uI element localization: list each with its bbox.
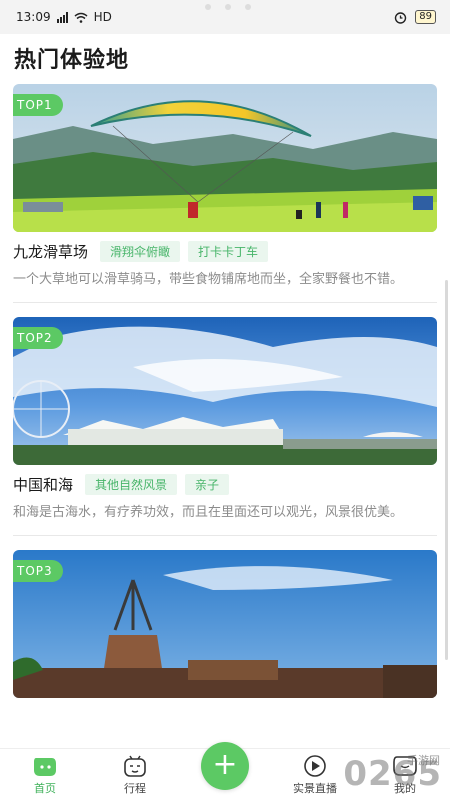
alarm-icon <box>395 11 407 24</box>
architecture-photo <box>13 550 437 698</box>
page-indicator-dots <box>205 4 251 10</box>
watermark-sub: 手游网 <box>407 754 440 767</box>
card-description: 和海是古海水，有疗养功效，而且在里面还可以观光，风景很优美。 <box>13 505 404 520</box>
paragliding-photo <box>13 84 437 232</box>
card-tag[interactable]: 滑翔伞俯瞰 <box>100 240 181 262</box>
nav-home[interactable]: 首页 <box>5 754 85 796</box>
battery-indicator: 89 <box>415 10 436 24</box>
rank-badge: TOP2 <box>13 327 63 349</box>
divider <box>13 535 437 536</box>
status-left: 13:09 HD <box>16 10 112 24</box>
card-meta-row: 中国和海 其他自然风景 亲子 <box>13 473 437 495</box>
experience-list[interactable]: TOP1 九龙滑草场 滑翔伞俯瞰 打卡卡丁车 一个大草地可以滑草骑马，带些食物铺… <box>0 84 450 748</box>
card-description: 一个大草地可以滑草骑马，带些食物铺席地而坐，全家野餐也不错。 <box>13 272 404 287</box>
page-title: 热门体验地 <box>14 48 130 73</box>
card-tag[interactable]: 其他自然风景 <box>85 473 178 495</box>
site-watermark: 0265 手游网 <box>343 754 442 794</box>
card-photo-seaside[interactable]: TOP2 <box>13 317 437 465</box>
experience-card[interactable]: TOP3 <box>13 550 437 698</box>
status-right: 89 <box>394 10 436 24</box>
divider <box>13 302 437 303</box>
card-tag[interactable]: 亲子 <box>185 473 230 495</box>
seaside-photo <box>13 317 437 465</box>
card-photo-architecture[interactable]: TOP3 <box>13 550 437 698</box>
status-time: 13:09 <box>16 10 51 24</box>
nav-trip-label: 行程 <box>124 782 146 795</box>
trip-face-icon <box>124 755 146 777</box>
card-title: 九龙滑草场 <box>13 242 89 261</box>
rank-badge: TOP1 <box>13 94 63 116</box>
card-meta-row: 九龙滑草场 滑翔伞俯瞰 打卡卡丁车 <box>13 240 437 262</box>
add-button[interactable]: + <box>201 742 249 790</box>
signal-icon <box>56 11 68 23</box>
card-photo-paragliding[interactable]: TOP1 <box>13 84 437 232</box>
card-title: 中国和海 <box>13 475 74 494</box>
card-tag[interactable]: 打卡卡丁车 <box>188 240 269 262</box>
scrollbar[interactable] <box>445 280 448 660</box>
experience-card[interactable]: TOP1 九龙滑草场 滑翔伞俯瞰 打卡卡丁车 一个大草地可以滑草骑马，带些食物铺… <box>13 84 437 303</box>
nav-add[interactable]: + <box>185 742 265 796</box>
rank-badge: TOP3 <box>13 560 63 582</box>
experience-card[interactable]: TOP2 中国和海 其他自然风景 亲子 和海是古海水，有疗养功效，而且在里面还可… <box>13 317 437 536</box>
live-play-icon <box>304 755 326 777</box>
nav-home-label: 首页 <box>34 782 56 795</box>
home-face-icon <box>34 758 56 776</box>
nav-trip[interactable]: 行程 <box>95 754 175 796</box>
nav-live-label: 实景直播 <box>293 782 337 795</box>
wifi-icon <box>74 12 88 23</box>
network-type: HD <box>93 10 112 24</box>
